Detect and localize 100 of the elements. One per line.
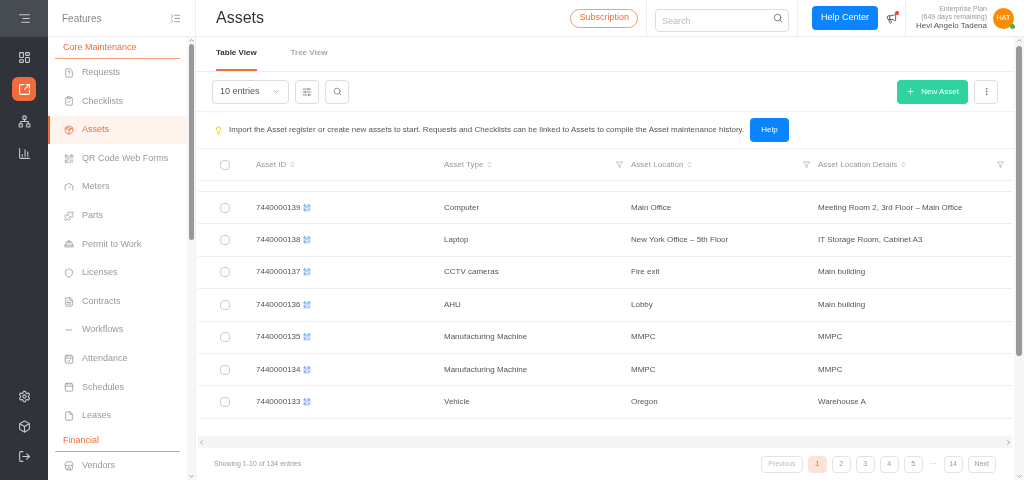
sort-icon[interactable]	[686, 161, 694, 168]
search-icon[interactable]	[772, 12, 783, 23]
table-cell-text: AHU	[444, 298, 462, 311]
help-button[interactable]: Help	[750, 118, 789, 142]
sidebar-item[interactable]: QR Code Web Forms	[48, 144, 187, 173]
qr-code-icon[interactable]	[302, 398, 311, 407]
sidebar-item[interactable]: Leases	[48, 401, 187, 431]
scroll-down-icon[interactable]	[1015, 473, 1023, 480]
table-cell-text: Main building	[818, 298, 867, 311]
table-cell-text: Main Office	[631, 201, 673, 214]
table-cell-text: Lobby	[631, 298, 654, 311]
sidebar-title: Features	[62, 11, 102, 26]
sidebar-item[interactable]: Parts	[48, 201, 187, 231]
scrollbar-thumb[interactable]	[1016, 46, 1022, 356]
view-tab[interactable]: Table View	[216, 47, 257, 71]
new-asset-button[interactable]: New Asset	[897, 79, 968, 104]
chevron-down-icon	[272, 87, 281, 96]
table-cell: 7440000134	[256, 363, 301, 376]
sidebar-item[interactable]: Meters	[48, 172, 187, 202]
calendar-icon	[64, 382, 74, 393]
megaphone-icon[interactable]	[885, 12, 897, 24]
table-cell: 7440000135	[256, 331, 301, 344]
scroll-right-icon[interactable]	[1005, 438, 1012, 446]
sort-icon[interactable]	[289, 161, 297, 168]
filter-icon[interactable]	[803, 161, 810, 168]
sidebar-item[interactable]: Workflows	[48, 315, 187, 345]
scroll-down-icon[interactable]	[187, 473, 195, 480]
column-header[interactable]: Asset Location	[631, 158, 684, 171]
row-checkbox[interactable]	[220, 397, 230, 408]
sidebar-item[interactable]: Contracts	[48, 287, 187, 316]
calendar-check-icon	[64, 353, 74, 364]
collapse-icon[interactable]	[170, 12, 181, 24]
row-checkbox[interactable]	[220, 332, 230, 343]
file-icon	[64, 410, 74, 421]
sidebar-item[interactable]: Assets	[48, 115, 187, 145]
sliders-icon	[302, 86, 312, 97]
search-field[interactable]: Search	[654, 9, 789, 32]
table-cell-text: Laptop	[444, 234, 470, 247]
more-button[interactable]	[974, 79, 998, 104]
column-header[interactable]: Asset Location Details	[818, 158, 898, 171]
hard-hat-icon	[64, 239, 74, 250]
row-checkbox[interactable]	[220, 364, 230, 375]
sidebar-item[interactable]: Checklists	[48, 87, 187, 116]
row-checkbox[interactable]	[220, 267, 230, 278]
table-cell-text: CCTV cameras	[444, 266, 500, 279]
row-checkbox[interactable]	[220, 202, 230, 213]
sort-icon[interactable]	[486, 161, 494, 168]
table-cell: 7440000139	[256, 201, 301, 214]
notice-text: Import the Asset register or create new assets to start. Requests and Checklists can be linked to Assets to compile the Asset maintenance history.	[229, 124, 745, 136]
qr-code-icon[interactable]	[302, 365, 311, 374]
table-cell-text: Oregon	[631, 396, 659, 409]
table-cell-text: Computer	[444, 201, 481, 214]
table-cell-text: Meeting Room 2, 3rd Floor – Main Office	[818, 201, 964, 214]
section-heading: Financial	[55, 434, 180, 452]
table-cell-text: Fire exit	[631, 266, 661, 279]
package-icon	[64, 125, 74, 135]
filter-settings-button[interactable]	[295, 79, 319, 104]
search-button[interactable]	[325, 79, 349, 104]
scroll-up-icon[interactable]	[187, 37, 195, 44]
entries-dropdown[interactable]: 10 entries	[212, 79, 289, 104]
lightbulb-icon	[214, 125, 223, 135]
qr-code-icon[interactable]	[302, 333, 311, 342]
scroll-up-icon[interactable]	[1015, 37, 1023, 44]
sidebar-item[interactable]: Schedules	[48, 373, 187, 402]
filter-icon[interactable]	[616, 161, 623, 168]
row-checkbox[interactable]	[220, 299, 230, 310]
filter-icon[interactable]	[997, 161, 1004, 168]
column-header[interactable]: Asset Type	[444, 158, 484, 171]
sidebar-item[interactable]: Vendors	[48, 451, 187, 480]
sidebar-item[interactable]: Permit to Work	[48, 230, 187, 259]
row-checkbox[interactable]	[220, 235, 230, 246]
user-name: Hevi Angelo Tadena	[915, 21, 987, 31]
shield-icon	[64, 267, 74, 278]
scrollbar-thumb[interactable]	[188, 44, 194, 240]
clipboard-check-icon	[64, 96, 74, 107]
help-center-button[interactable]: Help Center	[811, 6, 878, 30]
scroll-left-icon[interactable]	[198, 438, 205, 446]
sidebar-item[interactable]: Attendance	[48, 344, 187, 374]
search-icon	[332, 87, 342, 96]
qr-code-icon[interactable]	[302, 203, 311, 212]
view-tab[interactable]: Tree View	[290, 47, 328, 71]
table-cell-text: MMPC	[631, 363, 657, 376]
column-header[interactable]: Asset ID	[256, 158, 287, 171]
table-cell-text: Manufacturing Machine	[444, 331, 529, 344]
qr-code-icon[interactable]	[302, 268, 311, 277]
menu-icon[interactable]	[0, 0, 48, 37]
sidebar-item[interactable]: Licenses	[48, 258, 187, 288]
qr-code-icon[interactable]	[302, 236, 311, 245]
qr-code-icon[interactable]	[302, 300, 311, 309]
table-cell-text: Manufacturing Machine	[444, 363, 529, 376]
question-file-icon	[64, 67, 74, 78]
table-cell: 7440000133	[256, 396, 301, 409]
table-cell-text: Main building	[818, 266, 867, 279]
table-cell-text: MMPC	[631, 331, 657, 344]
sidebar-item[interactable]: Requests	[48, 58, 187, 88]
select-all-checkbox[interactable]	[220, 159, 230, 170]
plus-icon	[906, 87, 916, 96]
sort-icon[interactable]	[900, 161, 908, 168]
table-cell-text: IT Storage Room, Cabinet A3	[818, 234, 924, 247]
table-cell-text: Vehicle	[444, 396, 471, 409]
